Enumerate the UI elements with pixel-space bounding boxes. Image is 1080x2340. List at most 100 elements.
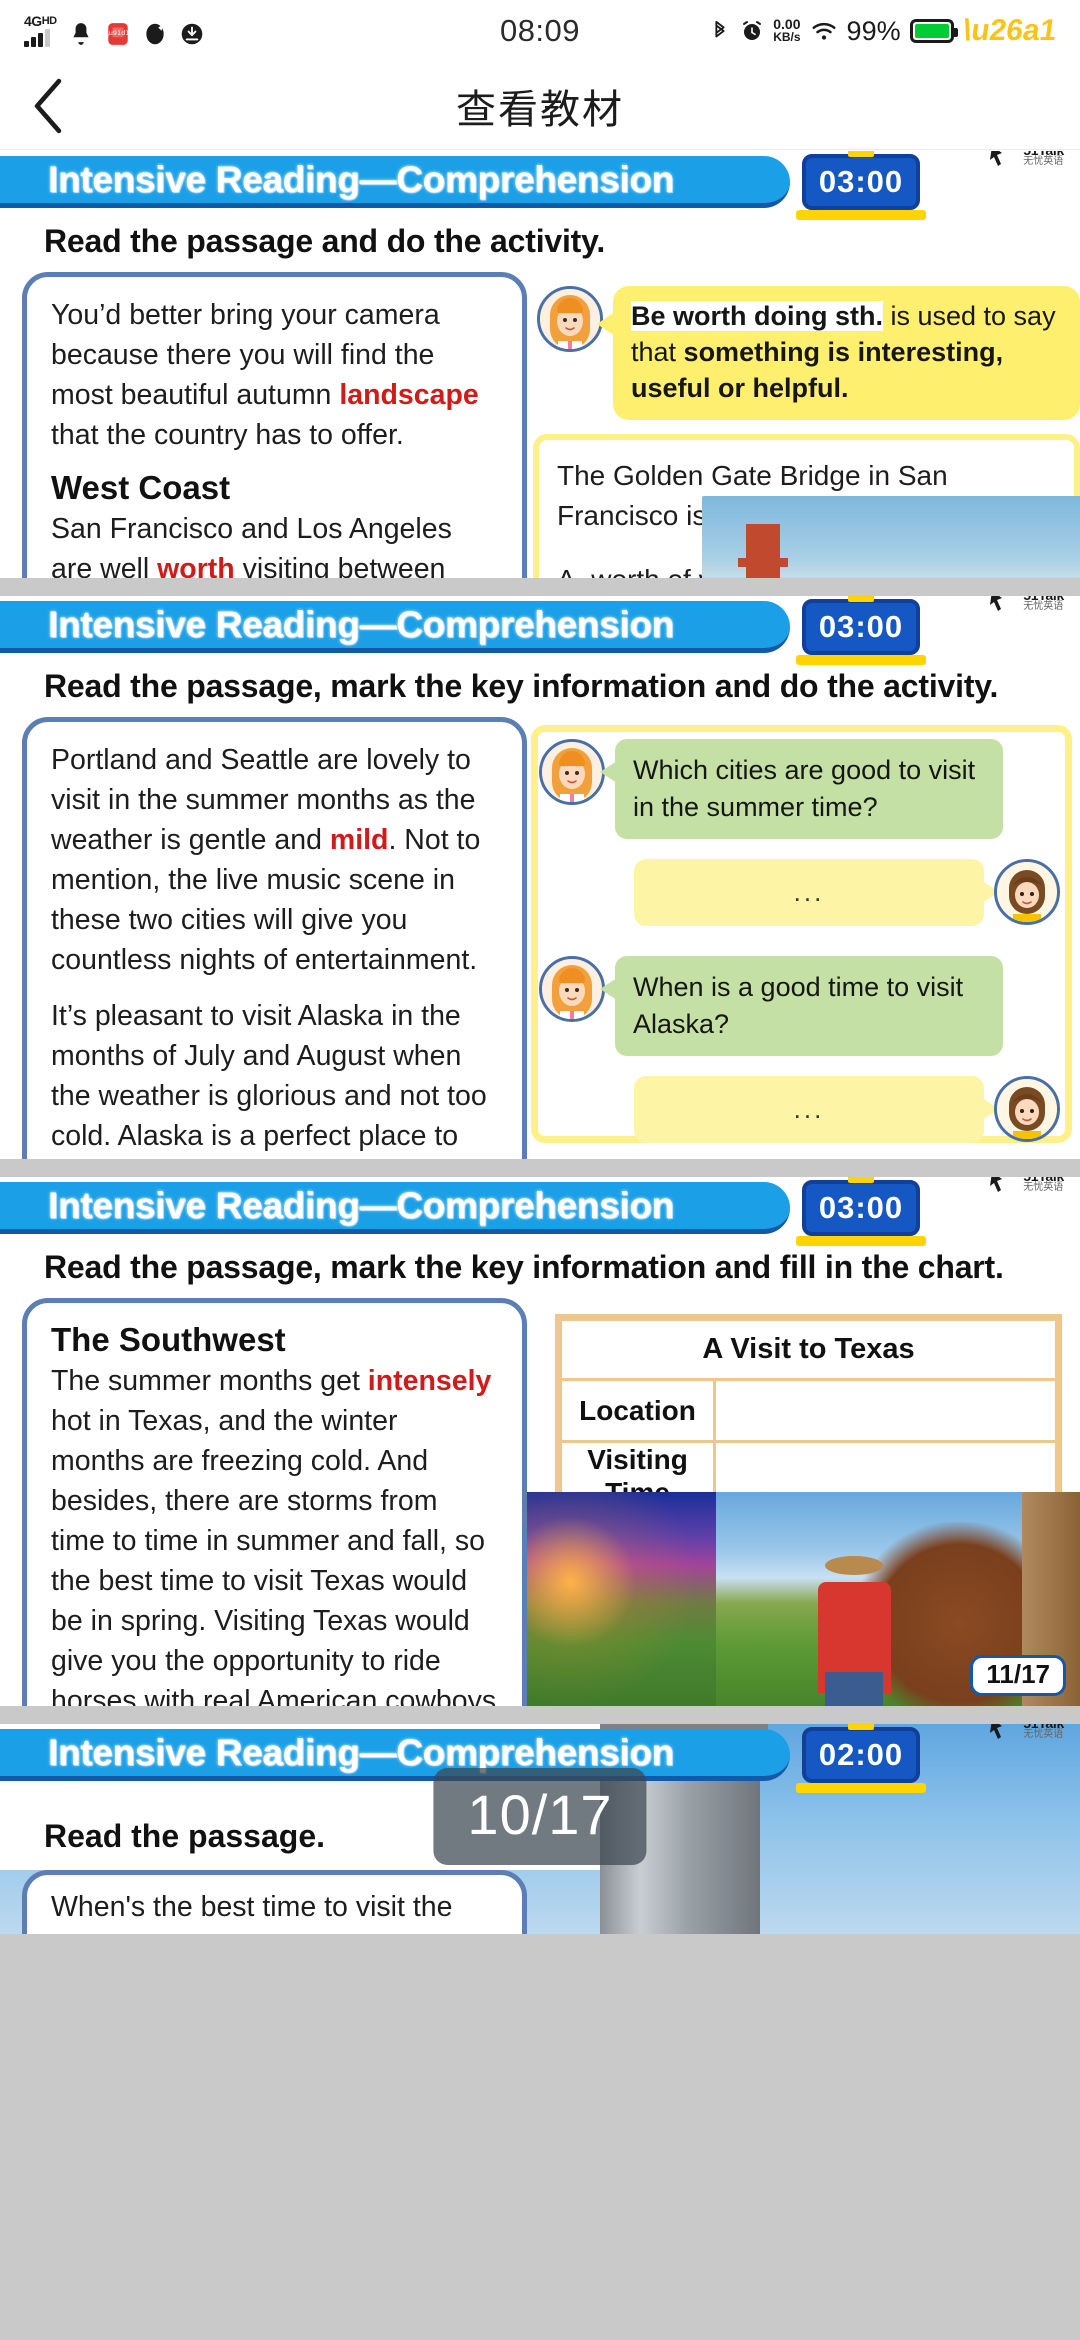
brand-sub: 无忧英语 <box>1023 156 1064 167</box>
brand-logo: 51Talk 无忧英语 <box>988 1724 1064 1742</box>
keyword-intensely: intensely <box>367 1365 492 1397</box>
app-header: 查看教材 <box>0 62 1080 150</box>
tip-text: Be worth doing sth. is used to say that … <box>631 298 1064 406</box>
alarm-clock-icon <box>740 18 764 44</box>
slide-title: Intensive Reading—Comprehension <box>48 603 674 645</box>
hand-cursor-icon <box>990 151 1003 166</box>
slide-instruction: Read the passage and do the activity. <box>44 223 606 259</box>
dialog-row: When is a good time to visit Alaska? <box>539 956 1060 1056</box>
teacher-question-1: Which cities are good to visit in the su… <box>633 755 976 822</box>
slide-12-partial[interactable]: Intensive Reading—Comprehension 02:00 51… <box>0 1724 1080 1934</box>
signal-bars-icon: 4G HD <box>24 12 57 47</box>
slide-gap <box>0 1159 1080 1177</box>
teacher-bubble: When is a good time to visit Alaska? <box>600 956 1003 1056</box>
slide-gap <box>0 1706 1080 1724</box>
teacher-question-2: When is a good time to visit Alaska? <box>633 972 964 1039</box>
passage-card: When's the best time to visit the <box>22 1870 527 1934</box>
slide-body: You’d better bring your camera because t… <box>0 272 1080 578</box>
body-a: The summer months get <box>51 1365 368 1397</box>
tip-row: Be worth doing sth. is used to say that … <box>527 272 1080 420</box>
data-rate-indicator: 0.00 KB/s <box>773 17 801 44</box>
download-icon <box>179 21 205 47</box>
passage-paragraph-1: Portland and Seattle are lovely to visit… <box>51 740 498 980</box>
brand-logo: 51Talk 无忧英语 <box>988 596 1064 614</box>
android-status-bar: 4G HD \u91d1 08:09 0.00 KB/s 99% \u26a1 <box>0 0 1080 62</box>
bell-mute-icon <box>68 21 94 47</box>
brand-sub: 无忧英语 <box>1023 1182 1064 1193</box>
slide-title: Intensive Reading—Comprehension <box>48 158 674 200</box>
status-bar-right-icons: 0.00 KB/s 99% \u26a1 <box>709 14 1058 47</box>
slide-title-pill: Intensive Reading—Comprehension <box>0 601 790 653</box>
bluetooth-icon <box>709 18 731 44</box>
teacher-avatar <box>539 956 605 1022</box>
data-rate-unit: KB/s <box>773 30 801 44</box>
chart-title: A Visit to Texas <box>557 1316 1060 1381</box>
body-b: hot in Texas, and the winter months are … <box>51 1405 497 1706</box>
tip-phrase: Be worth doing sth. <box>631 301 883 331</box>
student-bubble: ... <box>634 859 999 926</box>
activity-panel: The Golden Gate Bridge in San Francisco … <box>533 434 1080 578</box>
passage-body: San Francisco and Los Angeles are well w… <box>51 509 498 578</box>
passage-intro: You’d better bring your camera because t… <box>51 295 498 455</box>
passage-intro-b: that the country has to offer. <box>51 419 404 451</box>
student-answer-1: ... <box>793 877 825 907</box>
courseware-scroll-list[interactable]: Intensive Reading—Comprehension 03:00 51… <box>0 151 1080 2340</box>
brand-sub: 无忧英语 <box>1023 601 1064 612</box>
passage-start: When's the best time to visit the <box>51 1891 453 1923</box>
chart-row-label-location: Location <box>557 1378 716 1443</box>
timer-badge: 03:00 <box>796 1180 926 1246</box>
chart-row-value-location[interactable] <box>713 1378 1060 1443</box>
slide-header: Intensive Reading—Comprehension 03:00 51… <box>0 1177 1080 1246</box>
tip-tail: something is interesting, useful or help… <box>631 337 1004 403</box>
slide-11[interactable]: Intensive Reading—Comprehension 03:00 51… <box>0 1177 1080 1706</box>
slide-right-column: Be worth doing sth. is used to say that … <box>527 272 1080 578</box>
passage-card: The Southwest The summer months get inte… <box>22 1298 527 1706</box>
slide-title-pill: Intensive Reading—Comprehension <box>0 1729 790 1781</box>
tip-bubble: Be worth doing sth. is used to say that … <box>597 286 1080 420</box>
slide-body: Portland and Seattle are lovely to visit… <box>0 717 1080 1159</box>
timer-badge: 03:00 <box>796 599 926 665</box>
teacher-avatar <box>539 739 605 805</box>
network-hd-label: HD <box>41 14 57 27</box>
keyword-landscape: landscape <box>339 379 479 411</box>
keyword-worth: worth <box>157 553 235 578</box>
chart-title-row: A Visit to Texas <box>557 1316 1060 1381</box>
keyword-mild: mild <box>329 824 389 856</box>
chevron-left-icon <box>34 78 62 133</box>
golden-gate-bridge-photo <box>702 496 1080 578</box>
network-type-label: 4G <box>24 12 42 29</box>
brand-logo: 51Talk 无忧英语 <box>988 151 1064 169</box>
status-bar-left-icons: 4G HD \u91d1 <box>24 12 205 47</box>
student-avatar <box>994 859 1060 925</box>
slide-9[interactable]: Intensive Reading—Comprehension 03:00 51… <box>0 151 1080 578</box>
passage-body: The summer months get intensely hot in T… <box>51 1361 498 1706</box>
timer-badge: 03:00 <box>796 154 926 220</box>
passage-card: Portland and Seattle are lovely to visit… <box>22 717 527 1159</box>
slide-title: Intensive Reading—Comprehension <box>48 1184 674 1226</box>
battery-percent-label: 99% <box>846 15 901 46</box>
brand-sub: 无忧英语 <box>1023 1729 1064 1740</box>
dialog-area: Which cities are good to visit in the su… <box>531 725 1072 1143</box>
slide-10[interactable]: Intensive Reading—Comprehension 03:00 51… <box>0 596 1080 1159</box>
hand-cursor-icon <box>990 1724 1003 1739</box>
slide-header: Intensive Reading—Comprehension 03:00 51… <box>0 151 1080 220</box>
brand-logo: 51Talk 无忧英语 <box>988 1177 1064 1195</box>
passage-heading: The Southwest <box>51 1321 286 1358</box>
passage-paragraph-2: It’s pleasant to visit Alaska in the mon… <box>51 996 498 1159</box>
dialog-row: ... <box>539 859 1060 926</box>
wifi-icon <box>810 18 838 44</box>
dialog-row: ... <box>539 1076 1060 1143</box>
hand-cursor-icon <box>990 1177 1003 1192</box>
timer-badge: 02:00 <box>796 1727 926 1793</box>
timer-value: 03:00 <box>818 609 904 644</box>
timer-value: 03:00 <box>818 164 904 199</box>
slide-title-pill: Intensive Reading—Comprehension <box>0 1182 790 1234</box>
page-title: 查看教材 <box>456 87 624 132</box>
svg-text:\u91d1: \u91d1 <box>106 29 129 37</box>
chart-row: Location <box>557 1378 1060 1443</box>
slide-right-column: Which cities are good to visit in the su… <box>527 717 1080 1159</box>
back-button[interactable] <box>0 62 96 150</box>
qq-icon <box>142 21 168 47</box>
slide-header: Intensive Reading—Comprehension 03:00 51… <box>0 596 1080 665</box>
timer-value: 03:00 <box>818 1190 904 1225</box>
